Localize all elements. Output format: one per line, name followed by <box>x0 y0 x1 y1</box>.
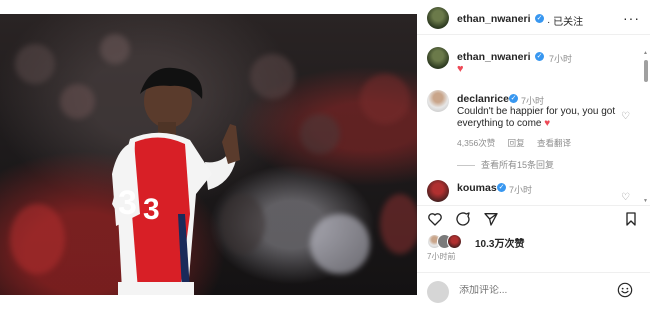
view-replies-button[interactable]: 查看所有15条回复 <box>457 158 554 171</box>
avatar[interactable] <box>427 90 449 112</box>
reply-button[interactable]: 回复 <box>508 138 525 148</box>
scrollbar[interactable]: ▲ ▼ <box>643 50 648 204</box>
comment-username[interactable]: koumas <box>457 182 497 194</box>
comment-time: 7小时 <box>509 185 533 195</box>
emoji-icon[interactable] <box>617 282 633 298</box>
comment-input[interactable] <box>459 285 599 296</box>
svg-text:3: 3 <box>118 184 137 222</box>
verified-badge-icon: ✓ <box>509 94 518 103</box>
divider <box>457 165 475 167</box>
like-heart-icon[interactable] <box>427 211 443 227</box>
translate-button[interactable]: 查看翻译 <box>537 138 571 148</box>
svg-text:3: 3 <box>143 193 160 226</box>
avatar[interactable] <box>427 7 449 29</box>
more-horizontal-icon[interactable]: ··· <box>623 11 640 25</box>
verified-badge-icon: ✓ <box>535 14 544 23</box>
follow-status[interactable]: · 已关注 <box>547 13 583 28</box>
likes-count[interactable]: 10.3万次赞 <box>475 235 524 250</box>
avatar[interactable] <box>427 180 449 202</box>
avatar <box>427 281 449 303</box>
scroll-up-icon[interactable]: ▲ <box>643 50 648 56</box>
comment-likes-count[interactable]: 4,356次赞 <box>457 138 495 148</box>
comments-panel: ethan_nwaneri ✓ · 已关注 ··· ethan_nwaneri … <box>417 0 650 309</box>
caption-heart: ♥ <box>457 63 464 75</box>
add-comment-bar <box>417 272 650 310</box>
like-comment-heart-icon[interactable]: ♡ <box>621 192 630 203</box>
post-header: ethan_nwaneri ✓ · 已关注 ··· <box>417 4 650 35</box>
scroll-down-icon[interactable]: ▼ <box>643 198 648 204</box>
heart-emoji: ♥ <box>544 118 551 129</box>
header-username[interactable]: ethan_nwaneri <box>457 13 531 25</box>
verified-badge-icon: ✓ <box>535 52 544 61</box>
verified-badge-icon: ✓ <box>497 183 506 192</box>
player-figure: 3 3 <box>112 67 240 295</box>
post-timestamp: 7小时前 <box>427 252 456 261</box>
avatar[interactable] <box>427 47 449 69</box>
avatar <box>447 234 462 249</box>
caption-username[interactable]: ethan_nwaneri <box>457 51 531 63</box>
scroll-thumb[interactable] <box>644 60 648 82</box>
comment-icon[interactable] <box>455 211 471 227</box>
share-icon[interactable] <box>483 211 499 227</box>
action-bar <box>417 205 650 231</box>
like-comment-heart-icon[interactable]: ♡ <box>621 111 630 122</box>
post-photo[interactable]: 3 3 <box>0 14 417 295</box>
comment-username[interactable]: declanrice <box>457 93 509 105</box>
comment-actions: 4,356次赞 回复 查看翻译 <box>457 137 581 149</box>
caption-time: 7小时 <box>549 54 573 64</box>
bookmark-icon[interactable] <box>623 211 639 227</box>
comment-text: Couldn't be happier for you, you got eve… <box>457 106 616 129</box>
